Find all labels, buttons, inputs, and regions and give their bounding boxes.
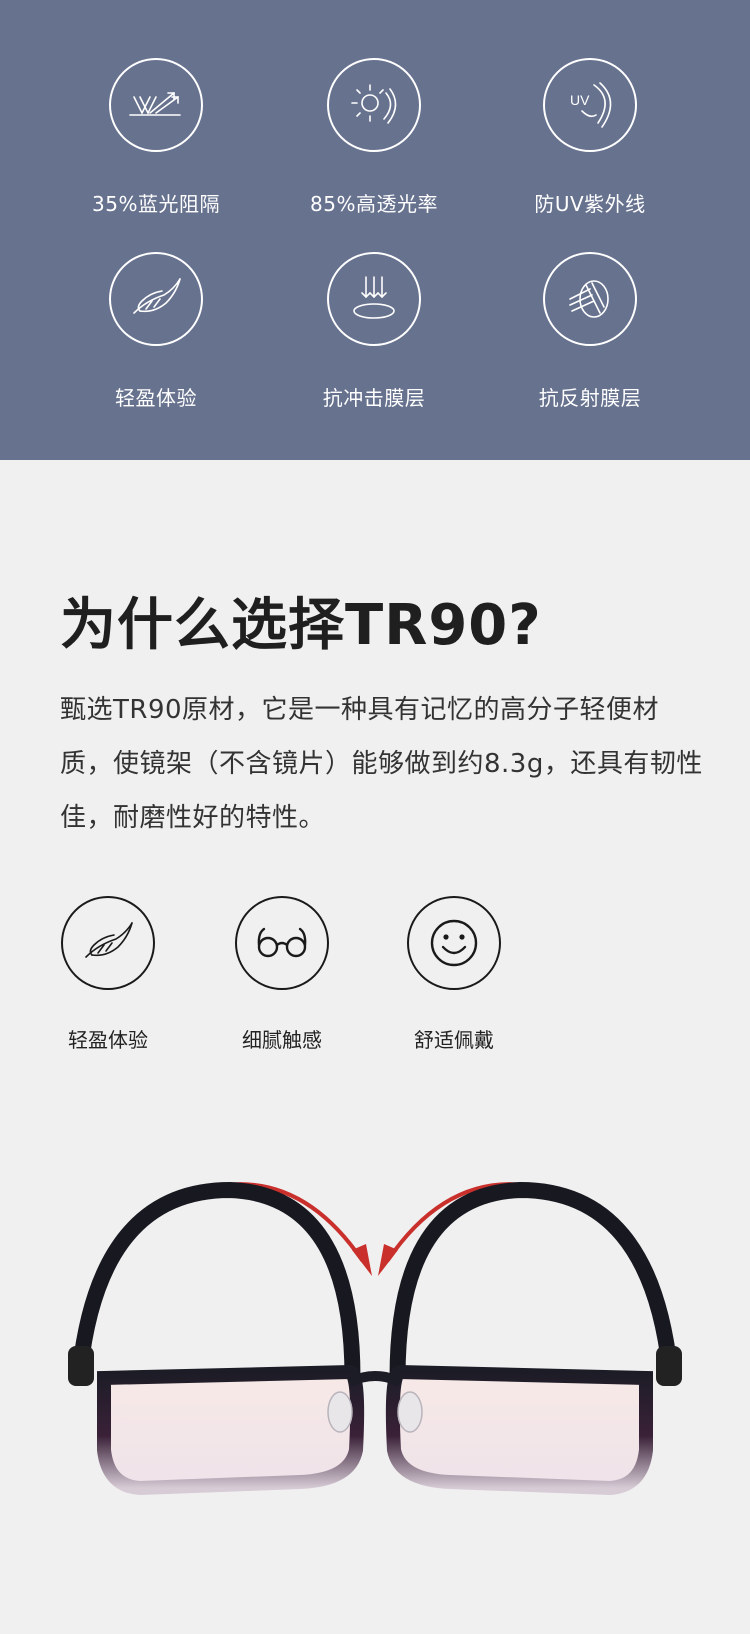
feature-label: 35%蓝光阻隔 bbox=[92, 192, 220, 216]
hinge-left bbox=[68, 1346, 94, 1386]
features-band: 35%蓝光阻隔 85%高透光率 UV 防UV紫外线 轻盈体验 抗冲击膜层 抗反射… bbox=[0, 0, 750, 460]
feature-label: 轻盈体验 bbox=[115, 386, 197, 410]
feature-uv: UV 防UV紫外线 bbox=[490, 58, 690, 217]
sun-transmission-icon bbox=[327, 58, 421, 152]
feature-blue-light: 35%蓝光阻隔 bbox=[56, 58, 256, 217]
feature-anti-reflect: 抗反射膜层 bbox=[490, 252, 690, 411]
anti-reflect-icon bbox=[543, 252, 637, 346]
feather-icon bbox=[109, 252, 203, 346]
smiley-icon bbox=[407, 896, 501, 990]
glasses-icon bbox=[235, 896, 329, 990]
arrow-left-head bbox=[352, 1244, 372, 1276]
nose-pad-left bbox=[327, 1391, 353, 1433]
arrow-right-head bbox=[378, 1244, 398, 1276]
uv-shield-icon: UV bbox=[543, 58, 637, 152]
feature-impact: 抗冲击膜层 bbox=[274, 252, 474, 411]
impact-resist-icon bbox=[327, 252, 421, 346]
bridge bbox=[347, 1371, 403, 1387]
nose-pad-right bbox=[397, 1391, 423, 1433]
why-description: 甄选TR90原材，它是一种具有记忆的高分子轻便材质，使镜架（不含镜片）能够做到约… bbox=[60, 695, 703, 833]
feather-icon bbox=[61, 896, 155, 990]
why-feature-label: 舒适佩戴 bbox=[414, 1028, 494, 1052]
blue-light-block-icon bbox=[109, 58, 203, 152]
feature-label: 抗反射膜层 bbox=[538, 386, 642, 410]
lens-right bbox=[385, 1364, 653, 1496]
uv-icon-text: UV bbox=[570, 92, 590, 108]
feature-transmission: 85%高透光率 bbox=[274, 58, 474, 217]
feature-label: 防UV紫外线 bbox=[534, 192, 646, 216]
why-title: 为什么选择TR90? bbox=[60, 593, 542, 658]
why-feature-light: 轻盈体验 bbox=[48, 896, 168, 1053]
feature-label: 85%高透光率 bbox=[310, 192, 438, 216]
lens-left bbox=[97, 1364, 365, 1496]
feature-light: 轻盈体验 bbox=[56, 252, 256, 411]
why-feature-label: 轻盈体验 bbox=[68, 1028, 148, 1052]
feature-label: 抗冲击膜层 bbox=[322, 386, 426, 410]
why-feature-comfort: 舒适佩戴 bbox=[394, 896, 514, 1053]
why-feature-label: 细腻触感 bbox=[242, 1028, 322, 1052]
glasses-illustration bbox=[0, 1150, 750, 1550]
hinge-right bbox=[656, 1346, 682, 1386]
why-feature-touch: 细腻触感 bbox=[222, 896, 342, 1053]
